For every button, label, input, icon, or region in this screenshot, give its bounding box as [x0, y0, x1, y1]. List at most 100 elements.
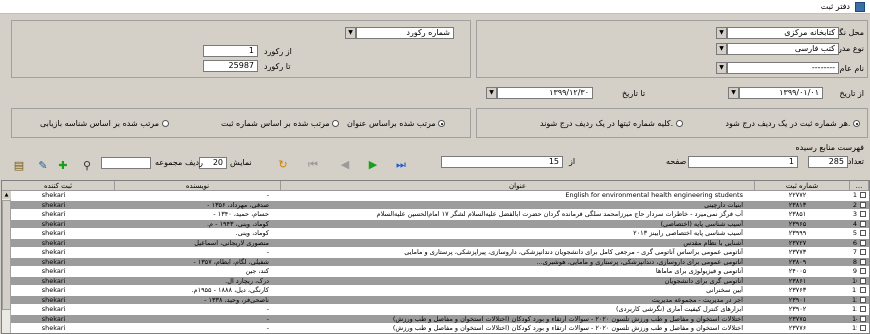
row-checkbox[interactable] [860, 211, 866, 217]
refresh-icon[interactable]: ↻ [276, 158, 290, 172]
record-type-select[interactable]: شماره رکورد [356, 27, 454, 39]
all-in-row-radio[interactable] [675, 120, 683, 127]
table-row[interactable]: shekari صدقی، مهرداد، ۱۳۵۶ - ابنیات دارچین… [2, 200, 869, 209]
row-checkbox[interactable] [860, 201, 866, 208]
cell-n: 10 [852, 276, 857, 285]
table-row[interactable]: shekari - اختلالات استخوان و مفاصل و طب ور… [2, 314, 869, 323]
chevron-down-icon[interactable]: ▼ [716, 43, 727, 55]
cell-n: 6 [852, 238, 857, 247]
cell-reg: ۲۲۷۷۲ [788, 191, 807, 199]
cell-title: آسیب شناسی پایه (اختصاصی) [660, 219, 743, 228]
to-record-input[interactable]: 25987 [203, 60, 258, 72]
cell-n: 7 [852, 248, 857, 256]
row-checkbox[interactable] [860, 192, 866, 198]
cell-user: shekari [41, 200, 66, 209]
per-row-option[interactable]: هر شماره ثبت در یک ردیف درج شود. [725, 119, 860, 128]
cell-title: آناتومی گری برای دانشجویان [664, 276, 743, 285]
cell-user: shekari [41, 314, 66, 323]
row-checkbox[interactable] [860, 296, 866, 303]
cell-title: ابنیات دارچینی [704, 200, 743, 209]
row-checkbox[interactable] [860, 220, 866, 227]
row-checkbox[interactable] [860, 230, 866, 236]
table-row[interactable]: shekari منصوری لاریجانی، اسماعیل آشنایی با… [2, 238, 869, 247]
cell-n: 8 [852, 257, 857, 266]
page-input[interactable]: 1 [688, 156, 798, 168]
cell-reg: ۲۳۷۷۵ [788, 314, 807, 323]
sort-retrieval-radio[interactable] [161, 120, 169, 127]
cell-reg: ۲۳۸۶۱ [788, 276, 807, 285]
row-checkbox[interactable] [860, 239, 866, 246]
cell-user: shekari [41, 229, 66, 237]
table-row[interactable]: shekari کوماد، وینی، ۱۹۴۳ - م. آسیب شناسی … [2, 219, 869, 228]
add-icon[interactable]: ✚ [56, 159, 70, 173]
table-row[interactable]: shekari - English for environmental health… [2, 191, 869, 199]
column-header[interactable]: عنوان [281, 181, 755, 191]
cell-title: اجر در مدیریت - مجموعه مدیریت [651, 295, 743, 304]
table-row[interactable]: shekari حسام، حمید، ۱۳۴۰ - آب فرگز نمی‌میر… [2, 210, 869, 218]
edit-icon[interactable]: ✎ [36, 159, 50, 173]
table-row[interactable]: shekari ناصحی‌فر، وحید، ۱۳۳۸ - اجر در مدیر… [2, 295, 869, 304]
row-checkbox[interactable] [860, 249, 866, 255]
chevron-down-icon[interactable]: ▼ [716, 27, 727, 39]
table-row[interactable]: shekari کارنگی، دیل، ۱۸۸۸ - ۱۹۵۵م. آیین سخ… [2, 286, 869, 294]
per-row-label: هر شماره ثبت در یک ردیف درج شود. [725, 119, 851, 128]
prev-page-icon[interactable]: ◀ [338, 158, 352, 172]
cell-user: shekari [41, 324, 66, 332]
cell-reg: ۲۳۷۷۶ [788, 324, 807, 332]
calendar-dropdown-icon[interactable]: ▼ [728, 87, 739, 99]
records-table: ثبت کننده نویسنده عنوان شماره ثبت ... sh… [1, 180, 870, 334]
table-row[interactable]: shekari - اختلالات استخوان و مفاصل و طب ور… [2, 324, 869, 332]
collection-input[interactable] [101, 157, 151, 169]
title-bar [0, 0, 870, 14]
scroll-up-icon[interactable]: ▲ [2, 191, 11, 199]
all-in-row-option[interactable]: کلیه شماره ثبتها در یک ردیف درج شوند. [540, 119, 683, 128]
sort-title-radio[interactable] [438, 120, 446, 127]
cell-title: English for environmental health enginee… [565, 191, 743, 199]
column-header[interactable]: ثبت کننده [2, 181, 115, 191]
table-row[interactable]: shekari - آناتومی عمومی براساس آناتومی گری… [2, 248, 869, 256]
row-checkbox[interactable] [860, 315, 866, 322]
cell-n: 15 [852, 324, 857, 332]
cell-reg: ۲۳۹۰۱ [788, 295, 807, 304]
sort-retrieval-option[interactable]: مرتب شده بر اساس شناسه بازیابی [40, 119, 169, 128]
table-row[interactable]: shekari کند، جین آناتومی و فیزیولوژی برای … [2, 267, 869, 275]
row-checkbox[interactable] [860, 277, 866, 284]
cell-n: 4 [852, 219, 857, 228]
sort-title-option[interactable]: مرتب شده براساس عنوان [347, 119, 446, 128]
of-label: از [569, 157, 576, 166]
row-checkbox[interactable] [860, 287, 866, 293]
sort-reg-radio[interactable] [332, 120, 340, 127]
show-count-input[interactable]: 20 [199, 157, 227, 169]
cell-user: shekari [41, 286, 66, 294]
column-header[interactable]: ... [850, 181, 869, 191]
report-icon[interactable]: ▤ [12, 159, 26, 173]
chevron-down-icon[interactable]: ▼ [345, 27, 356, 39]
cell-author: شفیلی، لگام، ابطام، ۱۳۵۷ - [193, 257, 269, 266]
table-row[interactable]: shekari درک، ریچارد ال. آناتومی گری برای د… [2, 276, 869, 285]
column-header[interactable]: شماره ثبت [755, 181, 850, 191]
cell-user: shekari [41, 248, 66, 256]
chevron-down-icon[interactable]: ▼ [716, 62, 727, 74]
doc-type-select[interactable]: کتب فارسی [727, 43, 839, 55]
table-row[interactable]: shekari کوماد، وینی. آسیب شناسی پایه اختصا… [2, 229, 869, 237]
row-checkbox[interactable] [860, 325, 866, 331]
calendar-dropdown-icon[interactable]: ▼ [486, 87, 497, 99]
column-header[interactable]: نویسنده [115, 181, 281, 191]
material-select[interactable]: -------- [727, 62, 839, 74]
from-date-input[interactable]: ۱۳۹۹/۰۱/۰۱ [739, 87, 823, 99]
last-page-icon[interactable]: ⏭ [394, 158, 408, 172]
row-checkbox[interactable] [860, 268, 866, 274]
next-page-icon[interactable]: ▶ [366, 158, 380, 172]
row-checkbox[interactable] [860, 306, 866, 312]
per-row-radio[interactable] [853, 120, 860, 127]
table-row[interactable]: shekari - ابزارهای کنترل کیفیت آماری (نگرش… [2, 305, 869, 313]
to-date-input[interactable]: ۱۳۹۹/۱۲/۳۰ [497, 87, 593, 99]
location-select[interactable]: کتابخانه مرکزی [727, 27, 839, 39]
from-record-input[interactable]: 1 [203, 45, 258, 57]
first-page-icon[interactable]: ⏮ [306, 158, 320, 172]
table-row[interactable]: shekari شفیلی، لگام، ابطام، ۱۳۵۷ - آناتومی… [2, 257, 869, 266]
search-icon[interactable]: ⚲ [80, 159, 94, 173]
scroll-thumb[interactable] [2, 200, 11, 310]
sort-reg-option[interactable]: مرتب شده بر اساس شماره ثبت [221, 119, 340, 128]
row-checkbox[interactable] [860, 258, 866, 265]
